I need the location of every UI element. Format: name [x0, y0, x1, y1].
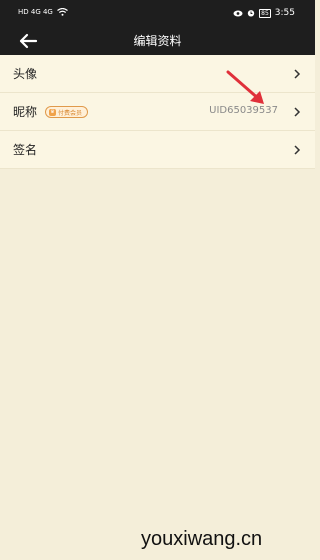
wifi-icon: [57, 8, 68, 16]
alarm-icon: [247, 10, 255, 17]
red-pointer-arrow-icon: [226, 70, 264, 104]
clock: 3:55: [274, 8, 295, 18]
eye-icon: [233, 10, 243, 16]
network-info: HD 4G 4G: [18, 8, 53, 16]
avatar-label: 头像: [13, 67, 38, 81]
top-bar: HD 4G 4G 85 3:55 编辑资料: [0, 0, 315, 55]
badge-text: 付费会员: [58, 109, 83, 117]
crown-icon: ♛: [49, 108, 56, 116]
watermark: youxiwang.cn: [141, 528, 263, 550]
chevron-right-icon: [294, 145, 301, 155]
status-bar: HD 4G 4G 85 3:55: [0, 0, 315, 26]
nav-bar: 编辑资料: [0, 26, 315, 55]
battery-icon: 85: [259, 8, 271, 18]
signature-row[interactable]: 签名: [0, 131, 315, 169]
signal-indicators: HD 4G 4G: [18, 8, 68, 16]
page-title: 编辑资料: [133, 34, 182, 48]
chevron-right-icon: [294, 69, 301, 79]
paid-member-badge: ♛ 付费会员: [45, 106, 89, 118]
chevron-right-icon: [294, 107, 301, 117]
status-right: 85 3:55: [233, 8, 295, 18]
signature-label: 签名: [13, 143, 38, 157]
nickname-label: 昵称: [13, 105, 38, 119]
